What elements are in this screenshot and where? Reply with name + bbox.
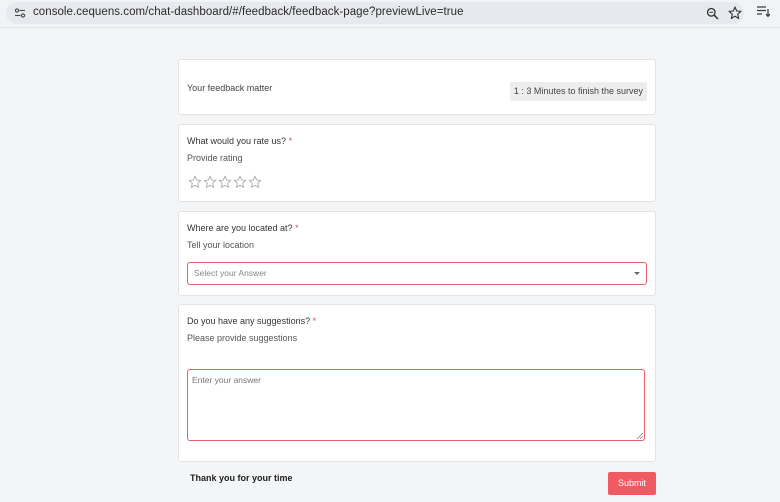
rating-star-icon[interactable] <box>218 175 232 189</box>
survey-title: Your feedback matter <box>187 83 273 93</box>
rating-star-icon[interactable] <box>203 175 217 189</box>
question-title: Do you have any suggestions? * <box>187 316 316 326</box>
rating-star-icon[interactable] <box>233 175 247 189</box>
question-title: Where are you located at? * <box>187 223 299 233</box>
bookmark-star-icon[interactable] <box>728 6 742 20</box>
question-text: Do you have any suggestions? <box>187 316 311 326</box>
site-settings-icon[interactable] <box>14 7 26 19</box>
required-marker: * <box>295 223 299 233</box>
textarea-placeholder: Enter your answer <box>192 375 261 385</box>
question-text: What would you rate us? <box>187 136 287 146</box>
question-subtitle: Please provide suggestions <box>187 333 298 343</box>
reading-list-icon[interactable] <box>757 6 770 17</box>
question-title: What would you rate us? * <box>187 136 292 146</box>
submit-button[interactable]: Submit <box>608 472 656 495</box>
question-subtitle: Provide rating <box>187 153 243 163</box>
question-subtitle: Tell your location <box>187 240 255 250</box>
chevron-down-icon[interactable] <box>634 272 640 275</box>
select-placeholder: Select your Answer <box>194 268 267 278</box>
url-text[interactable]: console.cequens.com/chat-dashboard/#/fee… <box>33 6 464 18</box>
suggestions-textarea[interactable]: Enter your answer <box>187 369 645 441</box>
zoom-icon[interactable] <box>706 7 719 20</box>
required-marker: * <box>288 136 293 146</box>
timer-badge: 1 : 3 Minutes to finish the survey <box>509 82 647 101</box>
star-rating <box>188 175 262 189</box>
suggestions-question-card: Do you have any suggestions? * Please pr… <box>178 304 656 462</box>
location-question-card: Where are you located at? * Tell your lo… <box>178 211 656 296</box>
required-marker: * <box>312 316 317 326</box>
resize-handle-icon[interactable] <box>636 432 643 439</box>
browser-address-bar: console.cequens.com/chat-dashboard/#/fee… <box>0 0 780 28</box>
question-text: Where are you located at? <box>187 223 293 233</box>
thank-you-text: Thank you for your time <box>190 473 293 483</box>
location-select[interactable]: Select your Answer <box>187 262 647 285</box>
rating-star-icon[interactable] <box>188 175 202 189</box>
survey-header-card: Your feedback matter 1 : 3 Minutes to fi… <box>178 59 656 115</box>
rating-star-icon[interactable] <box>248 175 262 189</box>
rating-question-card: What would you rate us? * Provide rating <box>178 124 656 202</box>
url-field[interactable]: console.cequens.com/chat-dashboard/#/fee… <box>6 2 744 24</box>
